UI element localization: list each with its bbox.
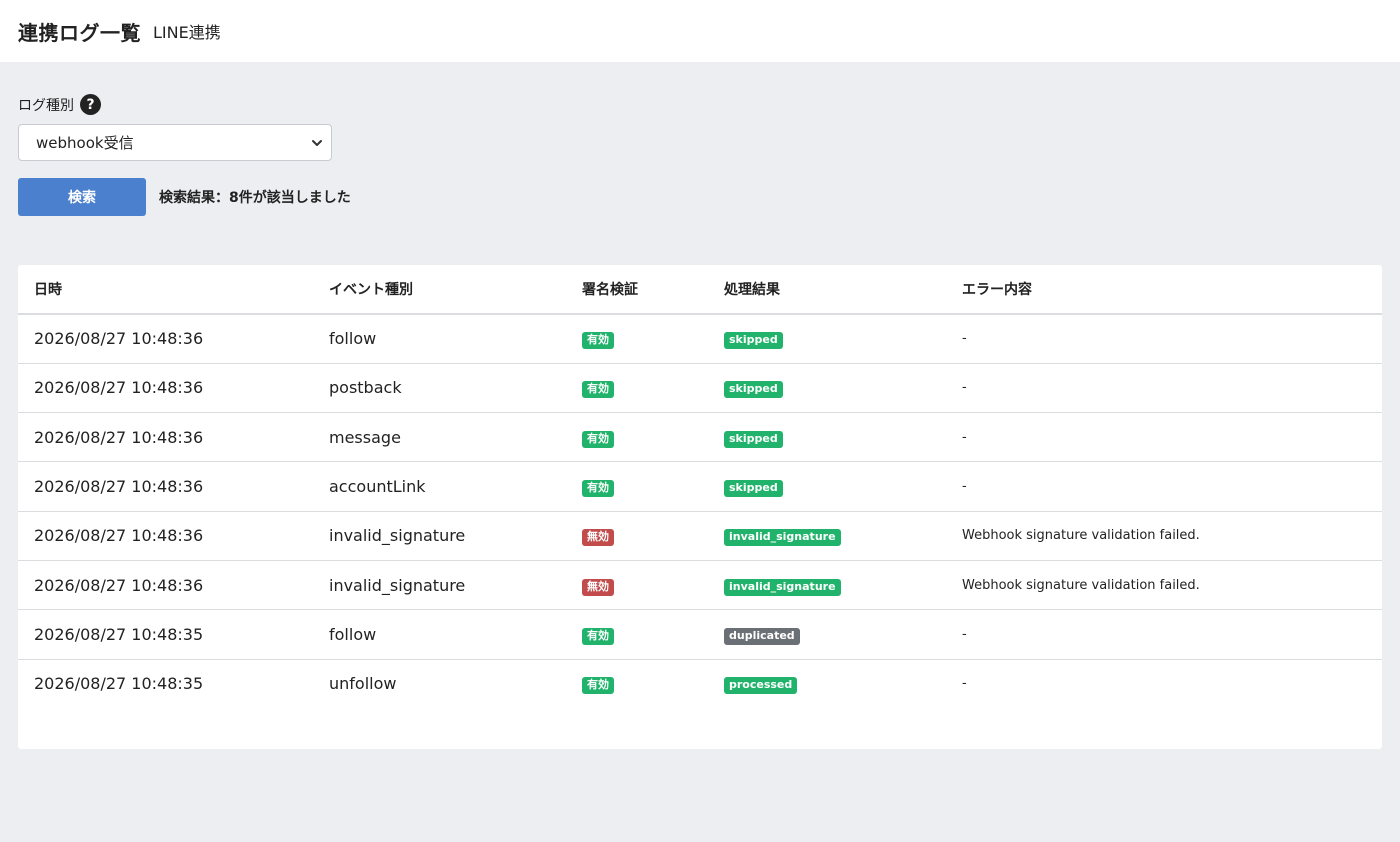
table-row: 2026/08/27 10:48:36 postback 有効 skipped - bbox=[18, 363, 1382, 414]
page-subtitle: LINE連携 bbox=[153, 23, 221, 42]
result-badge: skipped bbox=[724, 480, 783, 498]
table-row: 2026/08/27 10:48:36 invalid_signature 無効 in… bbox=[18, 560, 1382, 611]
cell-error: - bbox=[962, 363, 1382, 414]
table-row: 2026/08/27 10:48:36 accountLink 有効 skipped - bbox=[18, 461, 1382, 512]
table-row: 2026/08/27 10:48:36 invalid_signature 無効 in… bbox=[18, 511, 1382, 561]
column-header-datetime: 日時 bbox=[18, 265, 329, 315]
cell-datetime: 2026/08/27 10:48:36 bbox=[18, 363, 329, 414]
cell-error: - bbox=[962, 412, 1382, 463]
cell-result: skipped bbox=[724, 314, 962, 364]
cell-error: Webhook signature validation failed. bbox=[962, 560, 1382, 611]
column-header-signature: 署名検証 bbox=[582, 265, 724, 315]
signature-badge: 有効 bbox=[582, 381, 614, 399]
cell-signature: 無効 bbox=[582, 511, 724, 561]
cell-error: - bbox=[962, 609, 1382, 660]
log-type-label-row: ログ種別 ? bbox=[18, 94, 101, 115]
result-badge: duplicated bbox=[724, 627, 800, 645]
table-row: 2026/08/27 10:48:35 unfollow 有効 processed - bbox=[18, 659, 1382, 708]
cell-event-type: postback bbox=[329, 363, 582, 414]
cell-error: - bbox=[962, 676, 967, 692]
table-row: 2026/08/27 10:48:36 message 有効 skipped - bbox=[18, 412, 1382, 463]
table-header-row: 日時 イベント種別 署名検証 処理結果 エラー内容 bbox=[18, 265, 1382, 315]
result-badge: skipped bbox=[724, 332, 783, 350]
cell-event-type: follow bbox=[329, 609, 582, 660]
cell-event-type: accountLink bbox=[329, 461, 582, 512]
table-row: 2026/08/27 10:48:36 follow 有効 skipped - bbox=[18, 314, 1382, 364]
result-badge: processed bbox=[724, 677, 798, 695]
signature-badge: 無効 bbox=[582, 529, 614, 547]
cell-event-type: invalid_signature bbox=[329, 560, 582, 611]
cell-datetime: 2026/08/27 10:48:36 bbox=[18, 314, 329, 364]
cell-result: skipped bbox=[724, 461, 962, 512]
cell-datetime: 2026/08/27 10:48:36 bbox=[18, 511, 329, 561]
chevron-down-icon bbox=[312, 139, 322, 146]
cell-result: duplicated bbox=[724, 609, 962, 660]
cell-result: invalid_signature bbox=[724, 560, 962, 611]
column-header-error: エラー内容 bbox=[962, 265, 1382, 315]
cell-signature: 有効 bbox=[582, 609, 724, 660]
table-body: 2026/08/27 10:48:36 follow 有効 skipped -2026/… bbox=[18, 314, 1382, 708]
cell-datetime: 2026/08/27 10:48:36 bbox=[18, 560, 329, 611]
log-table-card: 日時 イベント種別 署名検証 処理結果 エラー内容 2026/08/27 10:… bbox=[18, 265, 1382, 749]
cell-signature: 無効 bbox=[582, 560, 724, 611]
page-header: 連携ログ一覧 LINE連携 bbox=[0, 0, 1400, 62]
cell-signature: 有効 bbox=[582, 314, 724, 364]
log-table: 日時 イベント種別 署名検証 処理結果 エラー内容 2026/08/27 10:… bbox=[18, 265, 1382, 708]
cell-datetime: 2026/08/27 10:48:35 bbox=[34, 674, 204, 694]
cell-datetime: 2026/08/27 10:48:36 bbox=[18, 461, 329, 512]
cell-result: processed bbox=[724, 659, 962, 708]
cell-event-type: follow bbox=[329, 314, 582, 364]
cell-result: skipped bbox=[724, 363, 962, 414]
result-badge: invalid_signature bbox=[724, 578, 841, 596]
signature-badge: 無効 bbox=[582, 578, 614, 596]
cell-result: skipped bbox=[724, 412, 962, 463]
signature-badge: 有効 bbox=[582, 677, 614, 695]
cell-error: - bbox=[962, 461, 1382, 512]
signature-badge: 有効 bbox=[582, 480, 614, 498]
column-header-result: 処理結果 bbox=[724, 265, 962, 315]
log-type-select[interactable]: webhook受信 bbox=[18, 124, 332, 161]
table-row: 2026/08/27 10:48:35 follow 有効 duplicated - bbox=[18, 609, 1382, 660]
log-type-select-value: webhook受信 bbox=[36, 134, 134, 152]
cell-error: Webhook signature validation failed. bbox=[962, 511, 1382, 561]
result-badge: invalid_signature bbox=[724, 529, 841, 547]
log-type-label: ログ種別 bbox=[18, 97, 74, 114]
signature-badge: 有効 bbox=[582, 332, 614, 350]
cell-signature: 有効 bbox=[582, 363, 724, 414]
cell-signature: 有効 bbox=[582, 659, 724, 708]
signature-badge: 有効 bbox=[582, 430, 614, 448]
cell-signature: 有効 bbox=[582, 461, 724, 512]
column-header-event-type: イベント種別 bbox=[329, 265, 582, 315]
result-badge: skipped bbox=[724, 381, 783, 399]
cell-signature: 有効 bbox=[582, 412, 724, 463]
cell-datetime: 2026/08/27 10:48:36 bbox=[18, 412, 329, 463]
cell-event-type: invalid_signature bbox=[329, 511, 582, 561]
page-title: 連携ログ一覧 bbox=[18, 20, 141, 45]
cell-error: - bbox=[962, 314, 1382, 364]
result-badge: skipped bbox=[724, 430, 783, 448]
cell-event-type: message bbox=[329, 412, 582, 463]
question-circle-icon[interactable]: ? bbox=[80, 94, 101, 115]
search-button[interactable]: 検索 bbox=[18, 178, 146, 216]
cell-datetime: 2026/08/27 10:48:35 bbox=[18, 609, 329, 660]
search-result-text: 検索結果：8件が該当しました bbox=[159, 190, 351, 206]
signature-badge: 有効 bbox=[582, 627, 614, 645]
cell-event-type: unfollow bbox=[329, 674, 397, 694]
cell-result: invalid_signature bbox=[724, 511, 962, 561]
